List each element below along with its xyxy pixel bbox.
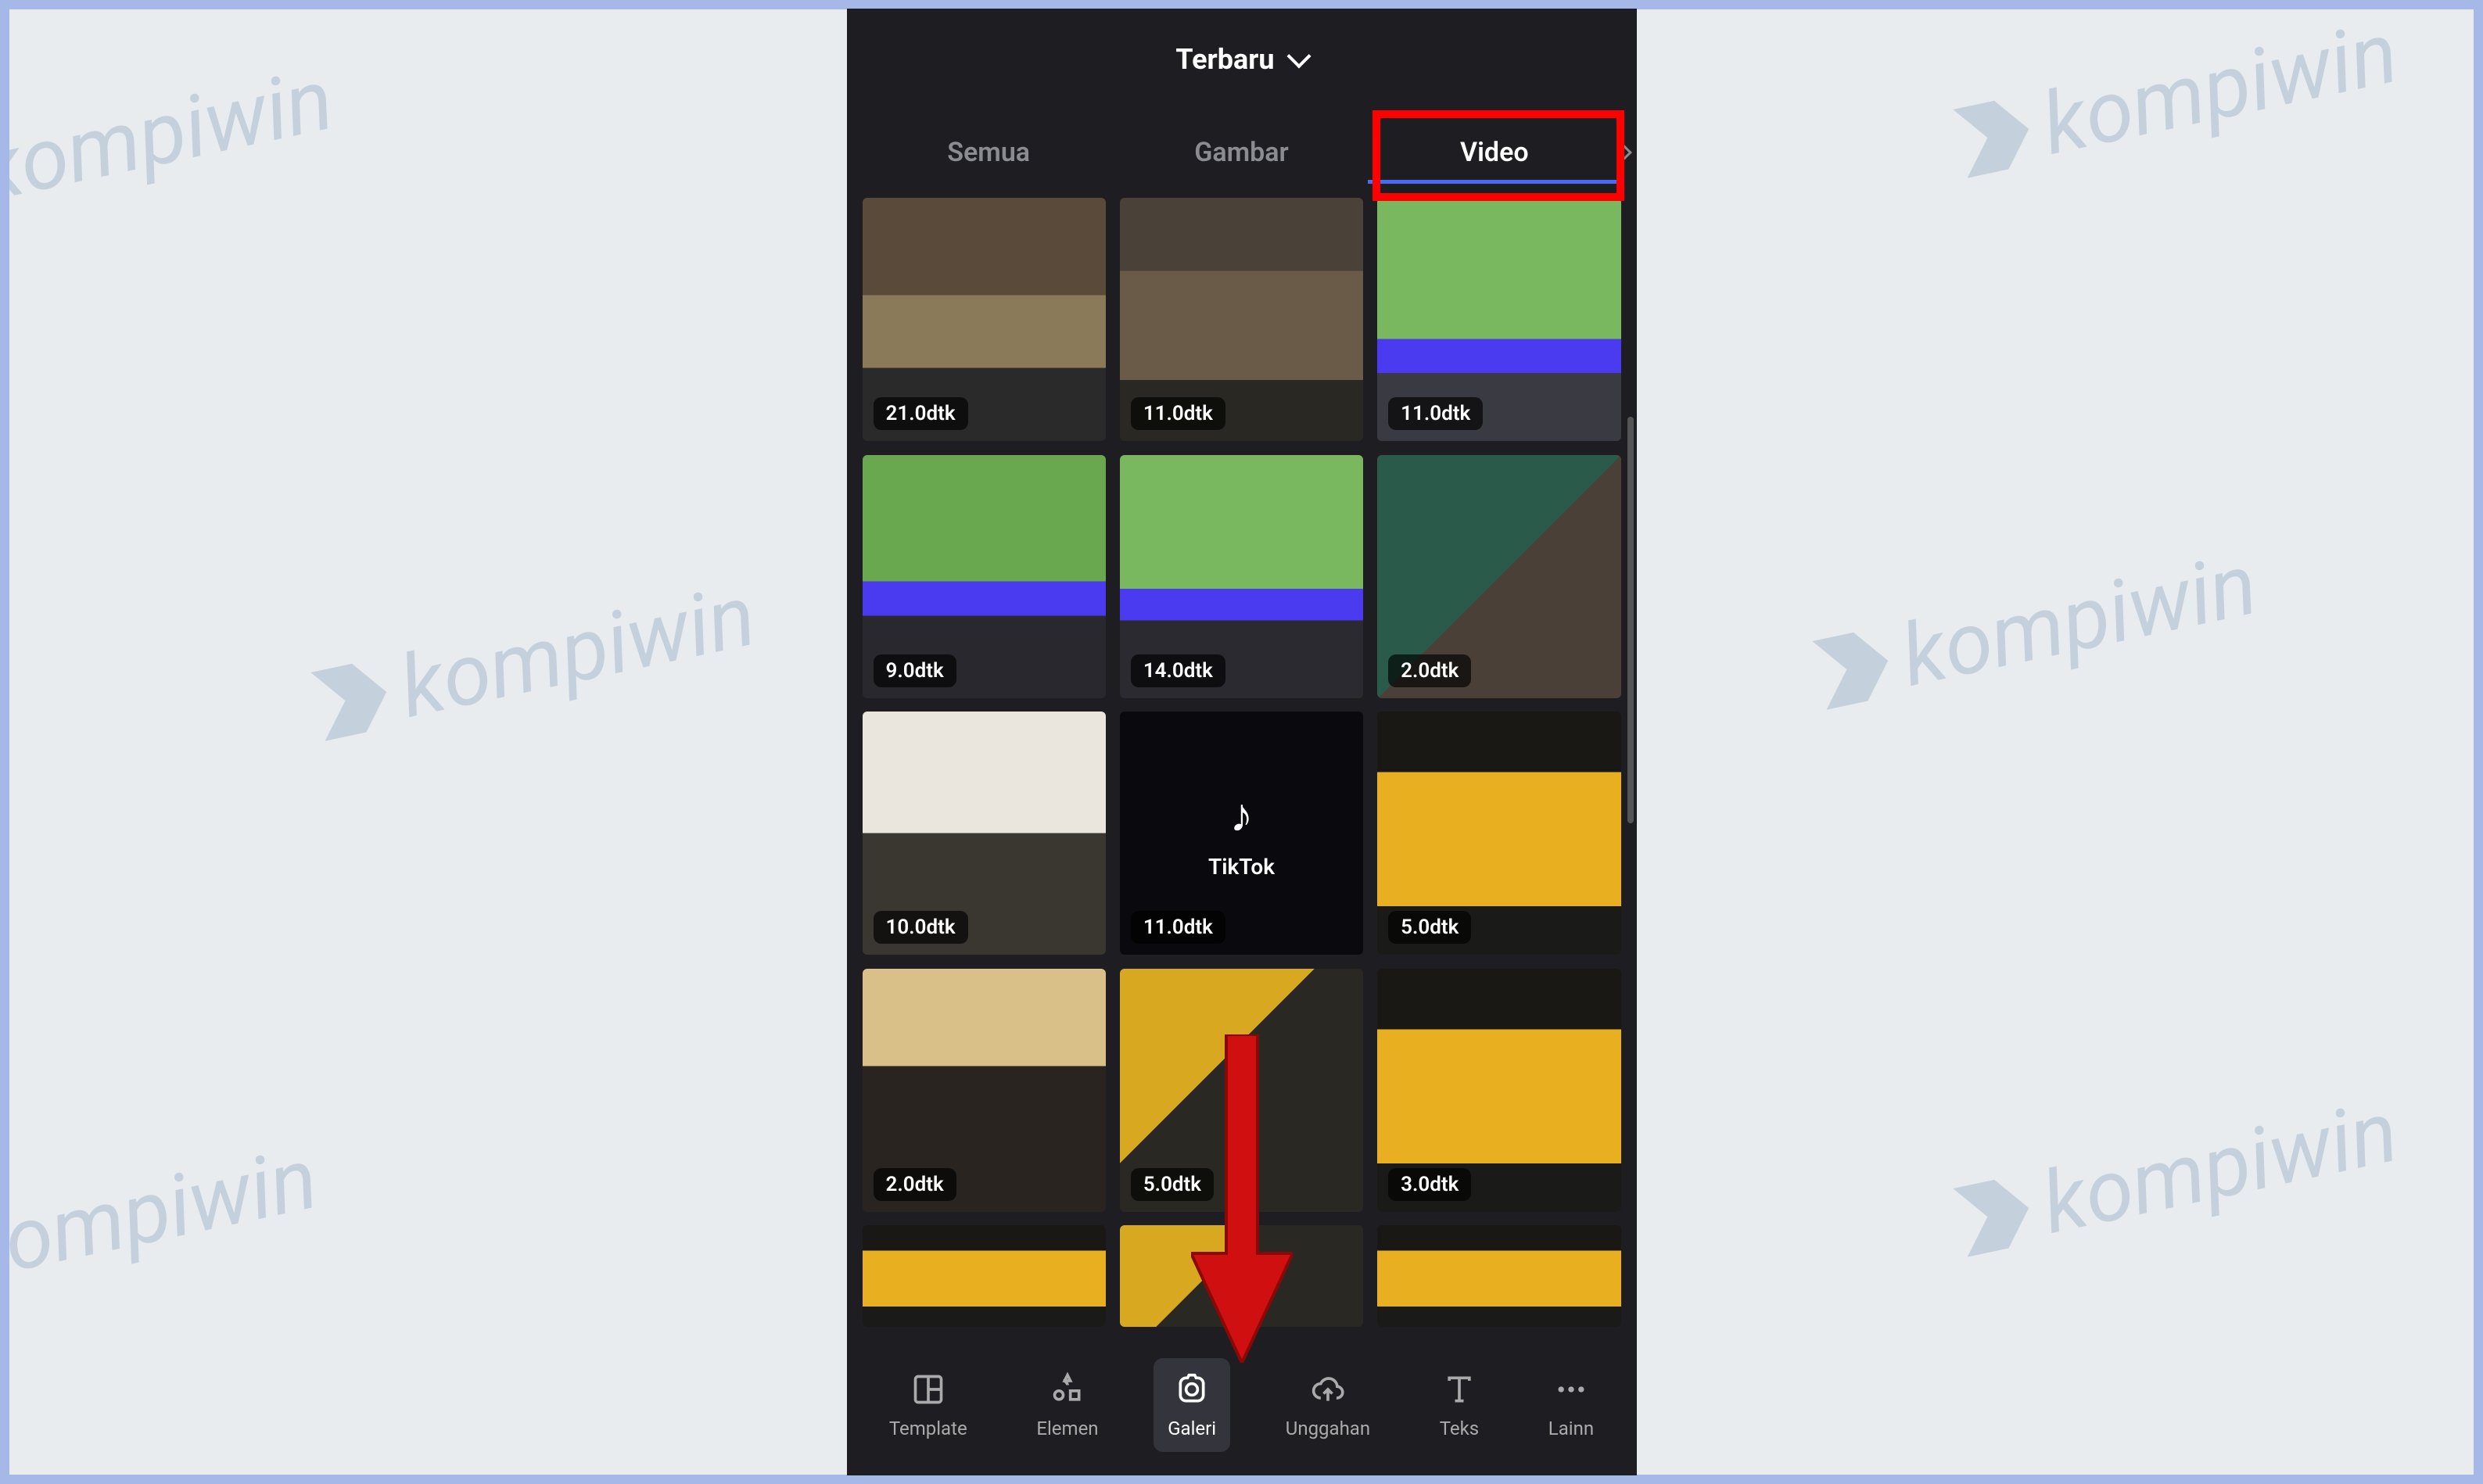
duration-badge: 14.0dtk bbox=[1131, 654, 1225, 687]
duration-badge: 10.0dtk bbox=[874, 911, 968, 944]
video-thumbnail[interactable]: 2.0dtk bbox=[863, 969, 1106, 1212]
video-thumbnail[interactable] bbox=[1120, 1225, 1363, 1327]
nav-template[interactable]: Template bbox=[875, 1358, 981, 1452]
nav-label: Teks bbox=[1440, 1418, 1479, 1439]
text-icon bbox=[1441, 1371, 1478, 1408]
nav-teks[interactable]: Teks bbox=[1426, 1358, 1493, 1452]
nav-label: Galeri bbox=[1168, 1418, 1216, 1439]
duration-badge: 11.0dtk bbox=[1131, 911, 1225, 944]
video-thumbnail[interactable]: 11.0dtk bbox=[1120, 198, 1363, 441]
video-thumbnail[interactable]: 9.0dtk bbox=[863, 455, 1106, 698]
video-thumbnail[interactable]: 10.0dtk bbox=[863, 712, 1106, 955]
duration-badge: 3.0dtk bbox=[1388, 1168, 1471, 1201]
template-icon bbox=[910, 1371, 947, 1408]
video-thumbnail[interactable]: 11.0dtk bbox=[1377, 198, 1620, 441]
gallery-header: Terbaru bbox=[847, 9, 1637, 91]
video-thumbnail[interactable]: 14.0dtk bbox=[1120, 455, 1363, 698]
video-grid[interactable]: 21.0dtk 11.0dtk 11.0dtk 9.0dtk 14.0dtk 2… bbox=[847, 182, 1637, 1342]
nav-lainnya[interactable]: Lainn bbox=[1534, 1358, 1608, 1452]
gallery-icon bbox=[1173, 1371, 1211, 1408]
video-thumbnail[interactable] bbox=[1377, 1225, 1620, 1327]
duration-badge: 21.0dtk bbox=[874, 397, 968, 430]
video-thumbnail[interactable]: 5.0dtk bbox=[1120, 969, 1363, 1212]
nav-label: Lainn bbox=[1548, 1418, 1594, 1439]
more-icon bbox=[1552, 1371, 1590, 1408]
duration-badge: 9.0dtk bbox=[874, 654, 956, 687]
tiktok-label: TikTok bbox=[1208, 854, 1275, 880]
tab-semua[interactable]: Semua bbox=[863, 123, 1115, 182]
scrollbar[interactable] bbox=[1627, 417, 1634, 823]
nav-label: Elemen bbox=[1036, 1418, 1098, 1439]
video-thumbnail[interactable]: 3.0dtk bbox=[1377, 969, 1620, 1212]
tab-video[interactable]: Video bbox=[1368, 123, 1620, 182]
chevron-down-icon bbox=[1286, 44, 1311, 68]
nav-unggahan[interactable]: Unggahan bbox=[1272, 1358, 1384, 1452]
tiktok-icon: ♪ bbox=[1229, 787, 1253, 843]
elements-icon bbox=[1049, 1371, 1086, 1408]
nav-elemen[interactable]: Elemen bbox=[1022, 1358, 1112, 1452]
video-thumbnail[interactable]: 21.0dtk bbox=[863, 198, 1106, 441]
sort-dropdown[interactable]: Terbaru bbox=[847, 43, 1637, 76]
video-thumbnail[interactable] bbox=[863, 1225, 1106, 1327]
duration-badge: 2.0dtk bbox=[874, 1168, 956, 1201]
duration-badge: 11.0dtk bbox=[1131, 397, 1225, 430]
nav-galeri[interactable]: Galeri bbox=[1154, 1358, 1230, 1452]
sort-label: Terbaru bbox=[1175, 43, 1274, 76]
nav-label: Template bbox=[889, 1418, 967, 1439]
video-thumbnail[interactable]: 5.0dtk bbox=[1377, 712, 1620, 955]
chevron-right-icon bbox=[1617, 145, 1633, 160]
video-thumbnail[interactable]: ♪ TikTok 11.0dtk bbox=[1120, 712, 1363, 955]
media-tabs: Semua Gambar Video bbox=[847, 91, 1637, 182]
duration-badge: 5.0dtk bbox=[1388, 911, 1471, 944]
video-thumbnail[interactable]: 2.0dtk bbox=[1377, 455, 1620, 698]
tab-gambar[interactable]: Gambar bbox=[1115, 123, 1368, 182]
phone-screenshot: Terbaru Semua Gambar Video 21.0dtk 11.0d… bbox=[847, 9, 1637, 1475]
duration-badge: 11.0dtk bbox=[1388, 397, 1483, 430]
duration-badge: 5.0dtk bbox=[1131, 1168, 1214, 1201]
bottom-nav: Template Elemen Galeri Unggahan Teks bbox=[847, 1342, 1637, 1475]
duration-badge: 2.0dtk bbox=[1388, 654, 1471, 687]
nav-label: Unggahan bbox=[1286, 1418, 1370, 1439]
tab-video-label: Video bbox=[1460, 137, 1529, 168]
upload-icon bbox=[1309, 1371, 1347, 1408]
